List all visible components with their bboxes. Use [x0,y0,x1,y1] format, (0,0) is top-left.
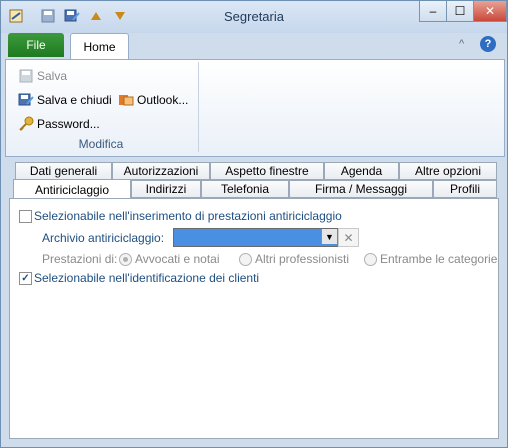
maximize-icon: ☐ [454,4,466,18]
close-button[interactable]: ✕ [473,1,507,22]
tab-dati-generali[interactable]: Dati generali [15,162,112,180]
outlook-label: Outlook... [137,93,189,107]
radio-selected-dot [123,257,128,262]
key-icon [18,116,34,132]
close-icon: ✕ [484,4,496,18]
tab-antiriciclaggio[interactable]: Antiriciclaggio [13,179,131,199]
save-and-close-label: Salva e chiudi [37,93,112,107]
group-separator [198,62,199,152]
maximize-button[interactable]: ☐ [446,1,474,22]
tab-altre-opzioni[interactable]: Altre opzioni [399,162,497,180]
chevron-down-icon[interactable]: ▼ [321,229,337,244]
save-and-close-button[interactable]: Salva e chiudi [18,90,112,110]
save-button[interactable]: Salva [18,66,67,86]
password-label: Password... [37,117,100,131]
collapse-ribbon-icon[interactable]: ^ [459,38,464,50]
minimize-icon: – [429,4,437,18]
radio-avvocati-notai[interactable] [119,253,132,266]
outlook-button[interactable]: Outlook... [118,90,188,110]
tab-home[interactable]: Home [70,33,129,60]
save-disabled-icon [18,68,34,84]
tab-agenda[interactable]: Agenda [324,162,399,180]
tab-profili[interactable]: Profili [433,180,497,198]
checkbox-inserimento-prestazioni[interactable] [19,210,32,223]
title-bar: Segretaria – ☐ ✕ [1,1,507,33]
clear-icon[interactable]: ✕ [338,228,359,247]
radio-altri-professionisti[interactable] [239,253,252,266]
label-inserimento-prestazioni[interactable]: Selezionabile nell'inserimento di presta… [34,209,342,223]
save-close-icon [18,92,34,108]
label-entrambe-categorie: Entrambe le categorie [380,252,498,266]
minimize-button[interactable]: – [419,1,447,22]
tab-autorizzazioni[interactable]: Autorizzazioni [112,162,210,180]
label-archivio-antiriciclaggio: Archivio antiriciclaggio: [42,231,165,245]
group-label-modifica: Modifica [78,137,124,151]
tab-aspetto-finestre[interactable]: Aspetto finestre [210,162,324,180]
ribbon-body: Salva Salva e chiudi Outlook... Password… [5,59,505,157]
help-glyph: ? [484,38,492,50]
archivio-antiriciclaggio-combo[interactable] [173,228,339,247]
label-identificazione-clienti[interactable]: Selezionabile nell'identificazione dei c… [34,271,259,285]
tab-firma-messaggi[interactable]: Firma / Messaggi [289,180,433,198]
checkbox-identificazione-clienti[interactable]: ✓ [19,272,32,285]
app-window: Segretaria – ☐ ✕ File Home ^ ? Salva Sal… [0,0,508,448]
save-label: Salva [37,69,68,83]
label-avvocati-notai: Avvocati e notai [135,252,220,266]
radio-entrambe-categorie[interactable] [364,253,377,266]
ribbon-tab-bar: File Home ^ ? [1,33,507,60]
outlook-icon [118,92,134,108]
checkmark-icon: ✓ [21,273,30,284]
password-button[interactable]: Password... [18,114,100,134]
tab-indirizzi[interactable]: Indirizzi [131,180,201,198]
label-altri-professionisti: Altri professionisti [255,252,350,266]
label-prestazioni-di: Prestazioni di: [42,252,118,266]
tab-telefonia[interactable]: Telefonia [201,180,289,198]
help-icon[interactable]: ? [480,36,496,52]
tab-file[interactable]: File [8,33,64,57]
